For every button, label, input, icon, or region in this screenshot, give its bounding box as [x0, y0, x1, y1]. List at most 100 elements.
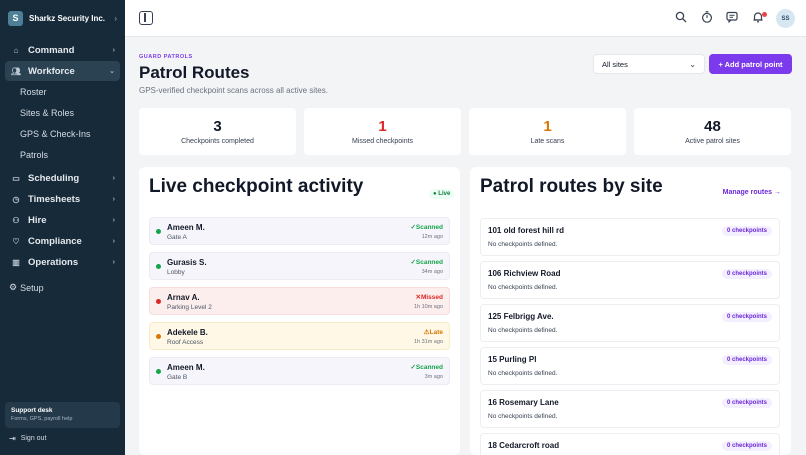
- sidebar-item-label: Hire: [28, 214, 47, 226]
- site-name: 125 Felbrigg Ave.: [488, 312, 554, 321]
- checkpoint-name: Lobby: [167, 269, 185, 276]
- stat-label: Active patrol sites: [685, 138, 740, 145]
- checkpoint-count-badge: 0 checkpoints: [721, 269, 772, 279]
- sign-out-icon: ⇥: [9, 434, 16, 443]
- timestamp: 1h 31m ago: [413, 339, 443, 345]
- timer-icon[interactable]: [700, 11, 714, 25]
- chevron-right-icon: ›: [112, 46, 115, 54]
- sidebar-subitem-roster[interactable]: Roster: [0, 82, 125, 103]
- chevron-right-icon: ›: [112, 195, 115, 203]
- avatar[interactable]: SS: [776, 9, 795, 28]
- top-bar: SS: [125, 0, 806, 37]
- sidebar-item-label: Compliance: [28, 235, 82, 247]
- activity-row[interactable]: Gurasis S. Lobby ✓Scanned 34m ago: [149, 252, 450, 280]
- stat-label: Missed checkpoints: [351, 138, 414, 145]
- page-subtitle: GPS-verified checkpoint scans across all…: [139, 86, 328, 95]
- sidebar: S Sharkz Security Inc. › ⌂ Command › 👥︎ …: [0, 0, 125, 455]
- sidebar-item-label: Setup: [20, 282, 44, 293]
- routes-title: Patrol routes by site: [480, 176, 663, 197]
- route-row[interactable]: 125 Felbrigg Ave. No checkpoints defined…: [480, 304, 780, 342]
- stat-value: 3: [213, 118, 222, 135]
- messages-icon[interactable]: [725, 11, 739, 25]
- support-title: Support desk: [11, 407, 53, 414]
- users-icon: 👥︎: [10, 66, 22, 76]
- sign-out-link[interactable]: ⇥ Sign out: [9, 434, 46, 443]
- status-dot: [156, 334, 161, 339]
- checkpoint-count-badge: 0 checkpoints: [721, 226, 772, 236]
- support-subtitle: Forms, GPS, payroll help: [11, 416, 73, 422]
- status-badge: ✓Scanned: [410, 364, 443, 371]
- route-description: No checkpoints defined.: [488, 413, 558, 420]
- status-dot: [156, 369, 161, 374]
- status-dot: [156, 229, 161, 234]
- add-patrol-point-button[interactable]: + Add patrol point: [709, 54, 792, 74]
- heart-icon: ♡: [12, 236, 20, 246]
- sidebar-item-scheduling[interactable]: ▭ Scheduling ›: [5, 168, 120, 188]
- chevron-right-icon: ›: [112, 174, 115, 182]
- manage-routes-link[interactable]: Manage routes →: [723, 189, 781, 196]
- sidebar-item-setup[interactable]: ⚙ Setup: [0, 282, 125, 293]
- sidebar-subitem-patrols[interactable]: Patrols: [0, 145, 125, 166]
- sidebar-item-workforce[interactable]: 👥︎ Workforce ⌄: [5, 61, 120, 81]
- sidebar-item-timesheets[interactable]: ◷ Timesheets ›: [5, 189, 120, 209]
- checkpoint-name: Gate B: [167, 374, 188, 381]
- sidebar-item-label: Command: [28, 44, 75, 56]
- route-row[interactable]: 101 old forest hill rd No checkpoints de…: [480, 218, 780, 256]
- live-badge: ● Live: [429, 189, 455, 199]
- calendar-icon: ▭: [12, 173, 20, 183]
- chevron-right-icon: ›: [112, 216, 115, 224]
- gear-icon: ⚙: [9, 282, 18, 292]
- route-row[interactable]: 18 Cedarcroft road 0 checkpoints: [480, 433, 780, 455]
- stat-card-missed: 1 Missed checkpoints: [304, 108, 461, 155]
- route-description: No checkpoints defined.: [488, 241, 558, 248]
- chevron-right-icon: ›: [112, 237, 115, 245]
- status-dot: [156, 264, 161, 269]
- sidebar-subitem-gps-checkins[interactable]: GPS & Check-Ins: [0, 124, 125, 145]
- stat-value: 1: [378, 118, 387, 135]
- user-plus-icon: ⚇: [12, 215, 20, 225]
- support-desk-card[interactable]: Support desk Forms, GPS, payroll help: [5, 402, 120, 428]
- guard-name: Arnav A.: [167, 293, 200, 302]
- chevron-right-icon: ›: [114, 13, 117, 23]
- activity-row[interactable]: Ameen M. Gate B ✓Scanned 3m ago: [149, 357, 450, 385]
- site-filter-select[interactable]: All sites ⌄: [593, 54, 705, 74]
- status-badge: ⚠Late: [423, 329, 443, 336]
- stat-card-active-sites: 48 Active patrol sites: [634, 108, 791, 155]
- sidebar-item-hire[interactable]: ⚇ Hire ›: [5, 210, 120, 230]
- route-row[interactable]: 106 Richview Road No checkpoints defined…: [480, 261, 780, 299]
- guard-name: Ameen M.: [167, 223, 205, 232]
- search-icon[interactable]: [674, 11, 688, 25]
- route-description: No checkpoints defined.: [488, 327, 558, 334]
- status-badge: ✕Missed: [415, 294, 443, 301]
- clock-icon: ◷: [12, 194, 20, 204]
- route-row[interactable]: 16 Rosemary Lane No checkpoints defined.…: [480, 390, 780, 428]
- sidebar-item-label: Scheduling: [28, 172, 80, 184]
- activity-row[interactable]: Adekele B. Roof Access ⚠Late 1h 31m ago: [149, 322, 450, 350]
- checkpoint-count-badge: 0 checkpoints: [721, 441, 772, 451]
- sidebar-subitem-sites-roles[interactable]: Sites & Roles: [0, 103, 125, 124]
- status-badge: ✓Scanned: [410, 259, 443, 266]
- chevron-right-icon: ›: [112, 258, 115, 266]
- activity-row[interactable]: Arnav A. Parking Level 2 ✕Missed 1h 10m …: [149, 287, 450, 315]
- sidebar-toggle-icon[interactable]: [139, 11, 153, 25]
- stat-label: Late scans: [530, 138, 565, 145]
- checkpoint-count-badge: 0 checkpoints: [721, 355, 772, 365]
- timestamp: 1h 10m ago: [413, 304, 443, 310]
- sidebar-item-command[interactable]: ⌂ Command ›: [5, 40, 120, 60]
- checkpoint-count-badge: 0 checkpoints: [721, 398, 772, 408]
- activity-row[interactable]: Ameen M. Gate A ✓Scanned 12m ago: [149, 217, 450, 245]
- sidebar-item-compliance[interactable]: ♡ Compliance ›: [5, 231, 120, 251]
- guard-name: Adekele B.: [167, 328, 208, 337]
- stat-card-late: 1 Late scans: [469, 108, 626, 155]
- stat-label: Checkpoints completed: [181, 138, 254, 145]
- org-switcher[interactable]: S Sharkz Security Inc. ›: [0, 0, 125, 36]
- sidebar-item-operations[interactable]: ▥ Operations ›: [5, 252, 120, 272]
- sidebar-item-label: Workforce: [28, 65, 75, 77]
- route-row[interactable]: 15 Purling Pl No checkpoints defined. 0 …: [480, 347, 780, 385]
- chevron-down-icon: ⌄: [689, 59, 696, 69]
- brand-name: Sharkz Security Inc.: [29, 13, 106, 23]
- guard-name: Gurasis S.: [167, 258, 207, 267]
- brand-logo: S: [8, 10, 23, 26]
- site-name: 106 Richview Road: [488, 269, 561, 278]
- status-badge: ✓Scanned: [410, 224, 443, 231]
